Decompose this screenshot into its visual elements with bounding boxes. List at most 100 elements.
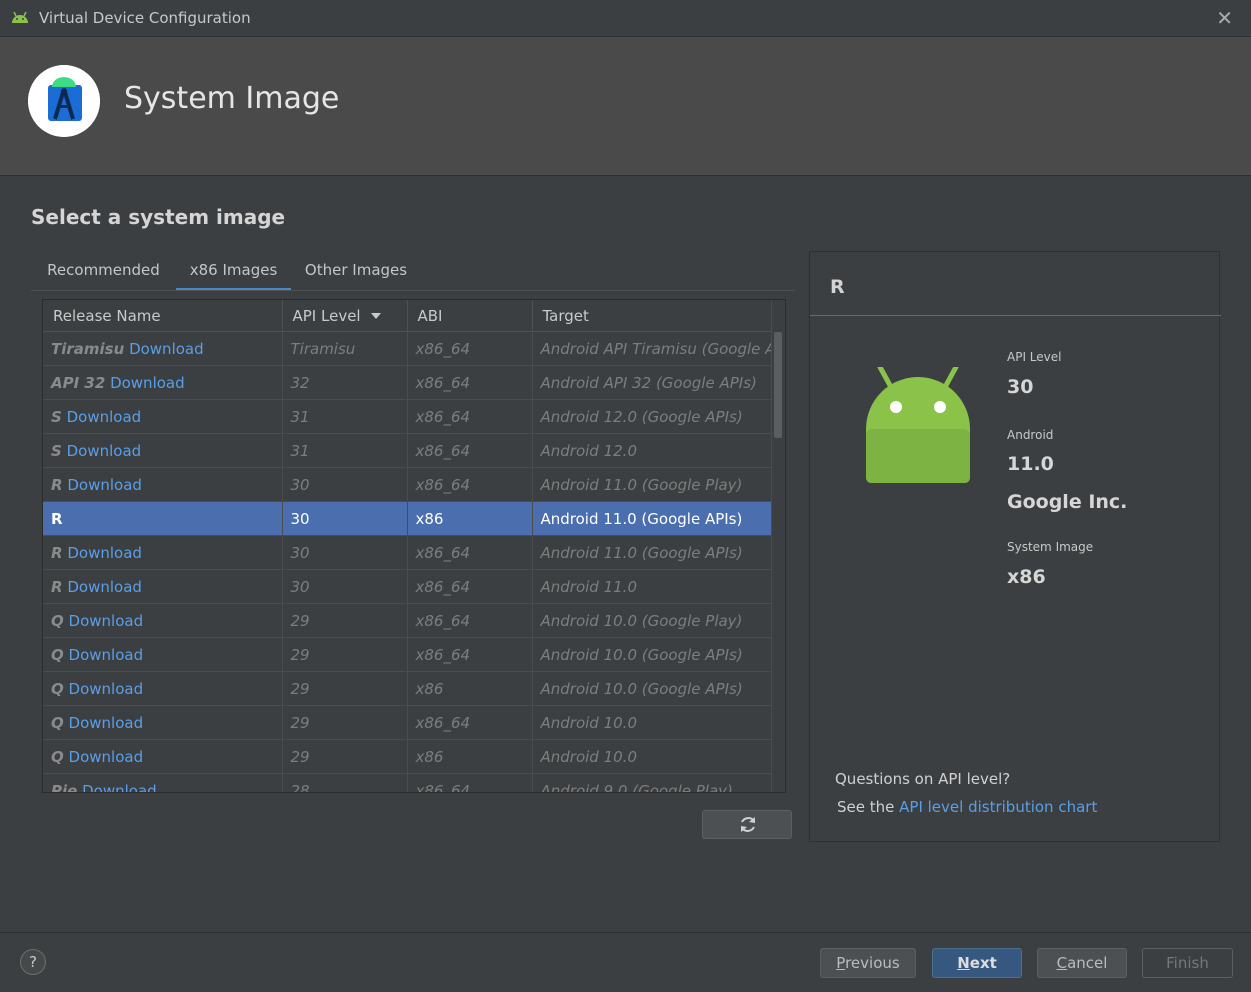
- cell-release-name: R: [43, 501, 283, 536]
- download-link[interactable]: Download: [110, 374, 185, 392]
- previous-button[interactable]: Previous: [820, 948, 916, 978]
- cell-abi: x86_64: [407, 399, 533, 434]
- system-image-label: System Image: [1007, 540, 1094, 554]
- tab-recommended[interactable]: Recommended: [31, 255, 176, 291]
- cell-api-level: 30: [282, 535, 408, 570]
- download-link[interactable]: Download: [67, 442, 142, 460]
- column-api-level[interactable]: API Level: [282, 300, 408, 332]
- cell-release-name: Q Download: [43, 705, 283, 740]
- table-row[interactable]: API 32 Download 32 x86_64 Android API 32 (G…: [43, 365, 773, 400]
- column-target[interactable]: Target: [532, 300, 773, 332]
- release-name: Pie: [51, 781, 78, 793]
- table-row[interactable]: Q Download 29 x86_64 Android 10.0 (Google A…: [43, 637, 773, 672]
- release-name: Q: [51, 611, 64, 630]
- release-name: R: [51, 577, 63, 596]
- cell-target: Android 10.0 (Google APIs): [532, 671, 773, 706]
- download-link[interactable]: Download: [82, 782, 157, 793]
- cancel-button[interactable]: Cancel: [1037, 948, 1127, 978]
- api-question-text: Questions on API level?: [835, 770, 1011, 788]
- table-row[interactable]: Q Download 29 x86 Android 10.0 (Google APIs…: [43, 671, 773, 706]
- cell-abi: x86_64: [407, 603, 533, 638]
- table-scrollbar[interactable]: [771, 300, 785, 791]
- cell-abi: x86_64: [407, 569, 533, 604]
- release-name: R: [51, 509, 63, 528]
- table-row[interactable]: R Download 30 x86_64 Android 11.0: [43, 569, 773, 604]
- release-name: Q: [51, 747, 64, 766]
- cell-target: Android 11.0: [532, 569, 773, 604]
- download-link[interactable]: Download: [69, 646, 144, 664]
- cell-release-name: Q Download: [43, 739, 283, 774]
- release-name: Q: [51, 713, 64, 732]
- cell-api-level: 29: [282, 739, 408, 774]
- download-link[interactable]: Download: [129, 340, 204, 358]
- cell-api-level: 29: [282, 637, 408, 672]
- download-link[interactable]: Download: [69, 612, 144, 630]
- cell-release-name: Tiramisu Download: [43, 331, 283, 366]
- cell-api-level: Tiramisu: [282, 331, 408, 366]
- download-link[interactable]: Download: [69, 680, 144, 698]
- table-row[interactable]: R Download 30 x86_64 Android 11.0 (Google P…: [43, 467, 773, 502]
- cell-api-level: 29: [282, 671, 408, 706]
- cell-release-name: Q Download: [43, 637, 283, 672]
- help-button[interactable]: ?: [20, 949, 46, 975]
- android-label: Android: [1007, 428, 1054, 442]
- api-chart-line: See the API level distribution chart: [837, 798, 1098, 816]
- cell-target: Android 11.0 (Google Play): [532, 467, 773, 502]
- download-link[interactable]: Download: [69, 714, 144, 732]
- page-title: System Image: [124, 81, 340, 116]
- system-image-table[interactable]: Release Name API Level ABI Target Tirami…: [42, 299, 786, 793]
- api-level-value: 30: [1007, 376, 1034, 398]
- cell-api-level: 32: [282, 365, 408, 400]
- release-name: Q: [51, 679, 64, 698]
- cell-target: Android 10.0 (Google APIs): [532, 637, 773, 672]
- detail-divider: [810, 315, 1221, 316]
- download-link[interactable]: Download: [67, 408, 142, 426]
- table-row[interactable]: Q Download 29 x86 Android 10.0: [43, 739, 773, 774]
- cell-abi: x86_64: [407, 467, 533, 502]
- next-button[interactable]: Next: [932, 948, 1022, 978]
- release-name: R: [51, 543, 63, 562]
- column-release-name[interactable]: Release Name: [43, 300, 283, 332]
- release-name: Tiramisu: [51, 339, 125, 358]
- scrollbar-thumb[interactable]: [774, 332, 782, 438]
- cell-api-level: 31: [282, 399, 408, 434]
- refresh-button[interactable]: [702, 810, 792, 839]
- table-row[interactable]: R 30 x86 Android 11.0 (Google APIs): [43, 501, 773, 536]
- download-link[interactable]: Download: [67, 578, 142, 596]
- cell-target: Android 10.0: [532, 739, 773, 774]
- download-link[interactable]: Download: [67, 544, 142, 562]
- cell-release-name: S Download: [43, 399, 283, 434]
- cell-api-level: 29: [282, 705, 408, 740]
- table-row[interactable]: Q Download 29 x86_64 Android 10.0: [43, 705, 773, 740]
- table-row[interactable]: Tiramisu Download Tiramisu x86_64 Android A…: [43, 331, 773, 366]
- cell-target: Android API 32 (Google APIs): [532, 365, 773, 400]
- api-distribution-link[interactable]: API level distribution chart: [899, 798, 1097, 816]
- table-row[interactable]: R Download 30 x86_64 Android 11.0 (Google A…: [43, 535, 773, 570]
- tab-other-images[interactable]: Other Images: [293, 255, 419, 291]
- download-link[interactable]: Download: [69, 748, 144, 766]
- cell-target: Android 11.0 (Google APIs): [532, 535, 773, 570]
- cell-target: Android 9.0 (Google Play): [532, 773, 773, 792]
- download-link[interactable]: Download: [67, 476, 142, 494]
- column-abi[interactable]: ABI: [407, 300, 533, 332]
- cell-abi: x86: [407, 671, 533, 706]
- cell-release-name: Pie Download: [43, 773, 283, 793]
- cell-api-level: 28: [282, 773, 408, 792]
- table-row[interactable]: Pie Download 28 x86_64 Android 9.0 (Google …: [43, 773, 773, 793]
- cell-release-name: API 32 Download: [43, 365, 283, 400]
- footer-divider: [0, 932, 1251, 933]
- close-icon[interactable]: ✕: [1216, 6, 1233, 30]
- cell-api-level: 29: [282, 603, 408, 638]
- title-bar: Virtual Device Configuration ✕: [0, 0, 1251, 37]
- table-row[interactable]: Q Download 29 x86_64 Android 10.0 (Google P…: [43, 603, 773, 638]
- release-name: R: [51, 475, 63, 494]
- android-head-icon: [12, 11, 28, 23]
- release-name: Q: [51, 645, 64, 664]
- tab-x86-images[interactable]: x86 Images: [176, 255, 291, 291]
- table-row[interactable]: S Download 31 x86_64 Android 12.0 (Google A…: [43, 399, 773, 434]
- tabs-divider: [31, 290, 795, 291]
- cell-release-name: Q Download: [43, 671, 283, 706]
- cell-release-name: R Download: [43, 535, 283, 570]
- vendor-value: Google Inc.: [1007, 491, 1128, 513]
- table-row[interactable]: S Download 31 x86_64 Android 12.0: [43, 433, 773, 468]
